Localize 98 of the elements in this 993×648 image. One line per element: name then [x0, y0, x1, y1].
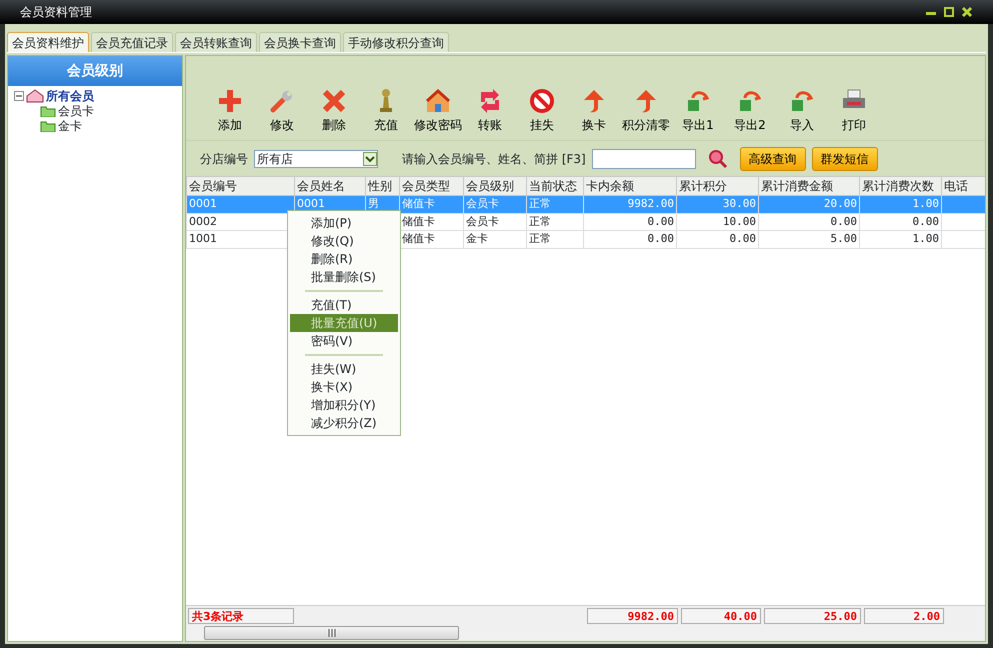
column-header[interactable]: 累计积分: [676, 176, 758, 196]
close-icon[interactable]: [961, 6, 973, 18]
table-cell: 正常: [529, 197, 551, 210]
query-button[interactable]: 群发短信: [812, 146, 878, 170]
table-cell: 0.00: [648, 214, 674, 228]
toolbar-button[interactable]: 导出2: [724, 88, 776, 134]
menu-item[interactable]: 减少积分(Z): [290, 414, 398, 432]
table-cell: 0.00: [730, 232, 756, 245]
table-cell: 0001: [297, 197, 325, 210]
column-header[interactable]: 电话: [942, 176, 985, 196]
table-cell: 会员卡: [466, 197, 499, 210]
tab[interactable]: 会员充值记录: [91, 32, 173, 52]
search-icon[interactable]: [708, 148, 728, 168]
column-header[interactable]: 会员姓名: [294, 176, 366, 196]
spreadsheet-icon: [685, 88, 711, 114]
plus-icon: [217, 88, 243, 114]
house-icon: [26, 88, 44, 102]
table-cell: 1.00: [912, 232, 939, 245]
column-header[interactable]: 会员编号: [186, 176, 294, 196]
panel-title: 会员级别: [8, 56, 182, 86]
table-cell: 0001: [189, 197, 217, 210]
record-count: 共3条记录: [188, 608, 294, 624]
tab[interactable]: 会员换卡查询: [259, 32, 341, 52]
toolbar-button[interactable]: 充值: [360, 88, 412, 134]
spreadsheet-icon: [789, 88, 815, 114]
toolbar-button[interactable]: 积分清零: [620, 88, 672, 134]
total-value: 40.00: [681, 608, 761, 624]
maximize-icon[interactable]: [943, 6, 955, 18]
menu-item[interactable]: 删除(R): [290, 250, 398, 268]
wrench-icon: [269, 88, 295, 114]
menu-item[interactable]: 增加积分(Y): [290, 396, 398, 414]
store-dropdown[interactable]: 所有店: [254, 150, 378, 168]
table-cell: 储值卡: [402, 197, 435, 210]
scrollbar-thumb[interactable]: [204, 626, 459, 640]
table-cell: 1001: [189, 232, 217, 245]
toolbar-button[interactable]: 删除: [308, 88, 360, 134]
table-cell: 9982.00: [628, 197, 674, 210]
toolbar-button[interactable]: 挂失: [516, 88, 568, 134]
table-cell: 5.00: [830, 232, 857, 245]
table-cell: 0.00: [830, 214, 857, 228]
toolbar-button[interactable]: 修改: [256, 88, 308, 134]
search-field[interactable]: [592, 148, 696, 168]
menu-item[interactable]: 密码(V): [290, 332, 398, 350]
tab[interactable]: 会员资料维护: [7, 32, 89, 52]
spreadsheet-icon: [737, 88, 763, 114]
column-header[interactable]: 累计消费次数: [860, 176, 942, 196]
tree-item[interactable]: 会员卡: [58, 102, 94, 120]
table-cell: 30.00: [722, 197, 756, 210]
total-value: 25.00: [764, 608, 861, 624]
toolbar-button[interactable]: 打印: [828, 88, 880, 134]
column-header[interactable]: 卡内余额: [584, 176, 676, 196]
folder-icon: [40, 120, 56, 132]
cross-icon: [321, 88, 347, 114]
menu-item[interactable]: 添加(P): [290, 214, 398, 232]
menu-item[interactable]: 换卡(X): [290, 378, 398, 396]
menu-item[interactable]: 挂失(W): [290, 360, 398, 378]
query-button[interactable]: 高级查询: [740, 146, 806, 170]
table-cell: 10.00: [722, 214, 756, 228]
table-cell: 0.00: [648, 232, 674, 245]
house-icon: [425, 88, 451, 114]
tab[interactable]: 会员转账查询: [175, 32, 257, 52]
menu-item[interactable]: 充值(T): [290, 296, 398, 314]
total-value: 9982.00: [587, 608, 678, 624]
field-label: 请输入会员编号、姓名、简拼 [F3]: [402, 150, 586, 168]
table-cell: 0.00: [912, 214, 939, 228]
column-header[interactable]: 会员类型: [400, 176, 464, 196]
table-cell: 金卡: [466, 232, 488, 245]
column-header[interactable]: 会员级别: [464, 176, 526, 196]
table-cell: 储值卡: [402, 214, 435, 228]
total-value: 2.00: [864, 608, 944, 624]
field-label: 分店编号: [200, 150, 248, 168]
grip-icon: [326, 629, 336, 637]
folder-icon: [40, 104, 56, 116]
column-header[interactable]: 性别: [366, 176, 400, 196]
toolbar-button[interactable]: 导入: [776, 88, 828, 134]
prohibited-icon: [529, 88, 555, 114]
table-cell: 正常: [529, 214, 551, 228]
toolbar-button[interactable]: 导出1: [672, 88, 724, 134]
table-cell: 正常: [529, 232, 551, 245]
column-header[interactable]: 累计消费金额: [758, 176, 860, 196]
column-header[interactable]: 当前状态: [526, 176, 584, 196]
toolbar-button[interactable]: 修改密码: [412, 88, 464, 134]
tab[interactable]: 手动修改积分查询: [343, 32, 449, 52]
table-cell: 0002: [189, 214, 217, 228]
toolbar-button[interactable]: 添加: [204, 88, 256, 134]
table-cell: 1.00: [912, 197, 939, 210]
tree-item[interactable]: 所有会员: [46, 86, 94, 104]
collapse-icon[interactable]: [14, 90, 24, 100]
table-cell: 会员卡: [466, 214, 499, 228]
toolbar-button[interactable]: 换卡: [568, 88, 620, 134]
menu-item[interactable]: 修改(Q): [290, 232, 398, 250]
table-cell: 20.00: [824, 197, 857, 210]
table-cell: 男: [368, 197, 379, 210]
window-title: 会员资料管理: [20, 4, 92, 21]
menu-item[interactable]: 批量删除(S): [290, 268, 398, 286]
tree-item[interactable]: 金卡: [58, 116, 82, 134]
toolbar-button[interactable]: 转账: [464, 88, 516, 134]
table-cell: 储值卡: [402, 232, 435, 245]
